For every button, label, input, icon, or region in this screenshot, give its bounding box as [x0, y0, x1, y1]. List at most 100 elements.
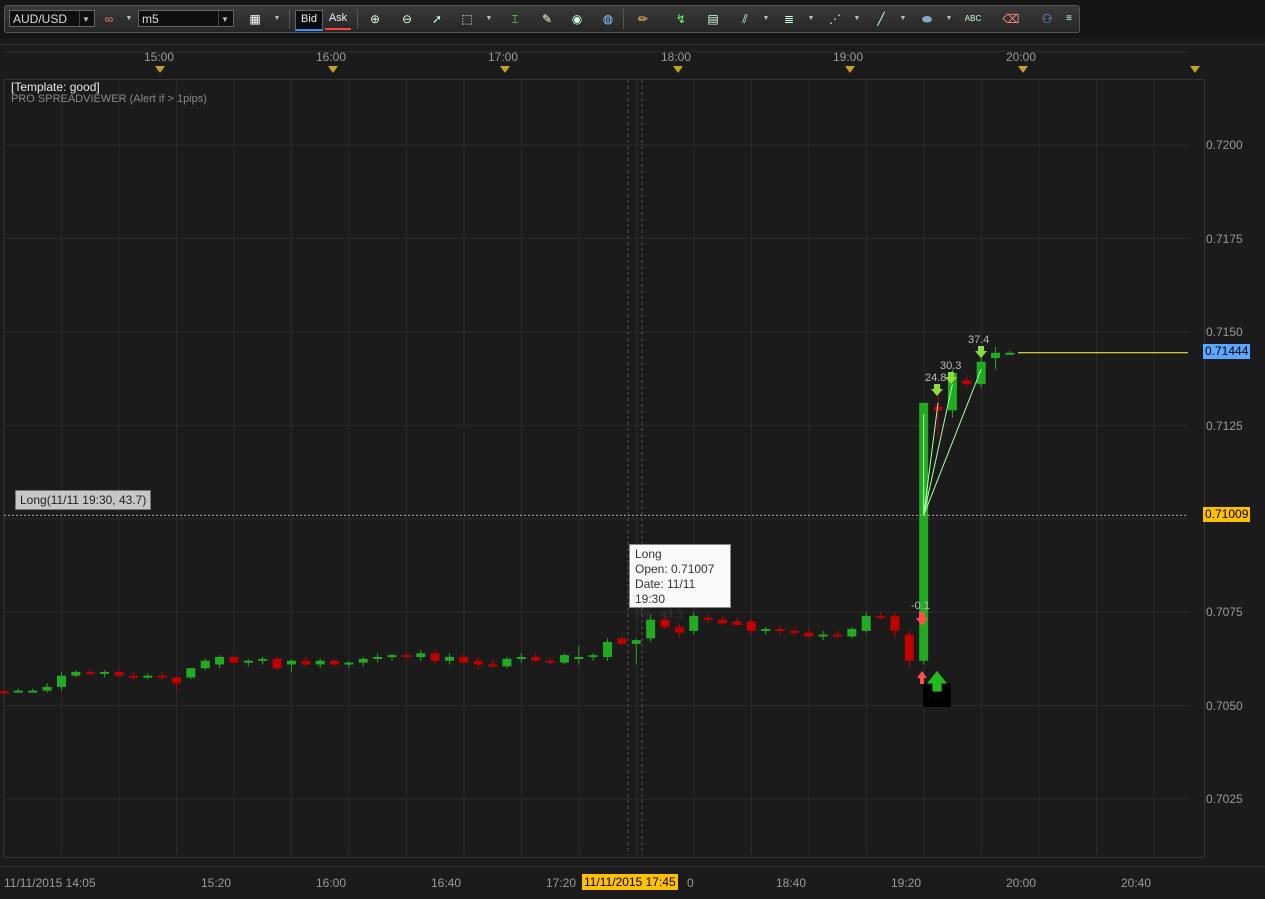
candle [789, 630, 799, 633]
candle [401, 655, 411, 658]
candle [286, 660, 296, 665]
candle [128, 675, 138, 678]
candle [0, 691, 9, 694]
candle [574, 656, 584, 659]
candle [646, 619, 656, 639]
candle [933, 406, 943, 411]
candle [832, 634, 842, 637]
bottom-time-label: 11/11/2015 14:05 [4, 876, 96, 890]
bottom-time-label: 17:20 [546, 876, 577, 890]
candle [861, 615, 871, 631]
candle [674, 627, 684, 633]
bottom-time-label: 16:40 [431, 876, 462, 890]
current-price-tag: 0.71444 [1203, 344, 1251, 359]
candle [818, 634, 828, 637]
candle [459, 656, 469, 663]
candle [114, 671, 124, 676]
candle [272, 658, 282, 669]
candle [28, 690, 38, 693]
entry-price-tag: 0.71009 [1203, 507, 1251, 522]
bottom-time-label: 20:40 [1121, 876, 1152, 890]
candle [847, 628, 857, 637]
candle [416, 653, 426, 657]
candle [746, 621, 756, 631]
candle [617, 638, 627, 644]
candle [186, 668, 196, 678]
bottom-time-axis: 11/11/2015 14:05 15:20 16:00 16:40 17:20… [0, 866, 1265, 897]
candle [1005, 352, 1015, 355]
trade-arrow-icon [975, 346, 987, 358]
candle [631, 640, 641, 644]
candle [171, 677, 181, 684]
bottom-time-label: 0 [687, 876, 694, 890]
tooltip-title: Long [635, 547, 662, 561]
candle [243, 660, 253, 663]
candle [85, 671, 95, 674]
candle [775, 628, 785, 631]
tooltip-open: Open: 0.71007 [635, 562, 715, 576]
candle [976, 361, 986, 385]
candle [588, 655, 598, 658]
trade-arrow-icon [931, 384, 943, 396]
candle [804, 632, 814, 637]
candle [473, 660, 483, 665]
tooltip-date: Date: 11/11 19:30 [635, 577, 696, 606]
tooltip-pl: P/L: 43.3 [635, 607, 684, 621]
price-axis-label: 0.7050 [1206, 699, 1243, 713]
candle [545, 660, 555, 663]
indicator-label: PRO SPREADVIEWER (Alert if > 1pips) [11, 93, 207, 105]
bottom-time-label: 15:20 [201, 876, 232, 890]
candle [344, 662, 354, 665]
candle [387, 655, 397, 658]
candle [991, 352, 1001, 359]
candle [890, 615, 900, 631]
candle [516, 656, 526, 659]
price-axis-label: 0.7025 [1206, 792, 1243, 806]
candle [13, 690, 23, 693]
candle [215, 656, 225, 665]
exit-arrow-icon [917, 671, 927, 684]
candle [157, 675, 167, 678]
price-axis-label: 0.7175 [1206, 232, 1243, 246]
candle [56, 675, 66, 687]
candle [258, 658, 268, 661]
position-tag[interactable]: Long(11/11 19:30, 43.7) [15, 490, 152, 510]
crosshair-time-label: 11/11/2015 17:45 [582, 874, 678, 890]
price-axis-label: 0.7150 [1206, 325, 1243, 339]
price-axis-label: 0.7075 [1206, 605, 1243, 619]
candle [603, 642, 613, 657]
trade-pl-label: -0.1 [911, 600, 930, 612]
bottom-time-label: 18:40 [776, 876, 807, 890]
template-label: [Template: good] [11, 80, 100, 94]
candle [488, 664, 498, 667]
candle [42, 686, 52, 691]
candle [373, 656, 383, 659]
candle [444, 656, 454, 661]
candle [904, 634, 914, 661]
price-axis-label: 0.7125 [1206, 419, 1243, 433]
candle [358, 658, 368, 663]
trade-pl-label: 37.4 [968, 334, 990, 346]
candle [229, 656, 239, 663]
price-chart [0, 51, 1188, 855]
candle [100, 671, 110, 674]
trade-pl-label: 24.8 [925, 372, 947, 384]
trade-pl-label: 30.3 [940, 360, 962, 372]
candle [876, 615, 886, 618]
candle [502, 658, 512, 667]
candle [71, 671, 81, 676]
candle [559, 655, 569, 663]
price-axis-label: 0.7200 [1206, 138, 1243, 152]
candle [430, 653, 440, 661]
candle [962, 380, 972, 385]
candle [200, 660, 210, 669]
candle [531, 656, 541, 661]
bottom-time-label: 20:00 [1006, 876, 1037, 890]
candle [301, 660, 311, 665]
candle [315, 660, 325, 665]
candle [143, 675, 153, 678]
trade-tooltip: Long Open: 0.71007 Date: 11/11 19:30 P/L… [629, 544, 731, 621]
bottom-time-label: 19:20 [891, 876, 922, 890]
candle [761, 628, 771, 631]
candle [732, 621, 742, 626]
